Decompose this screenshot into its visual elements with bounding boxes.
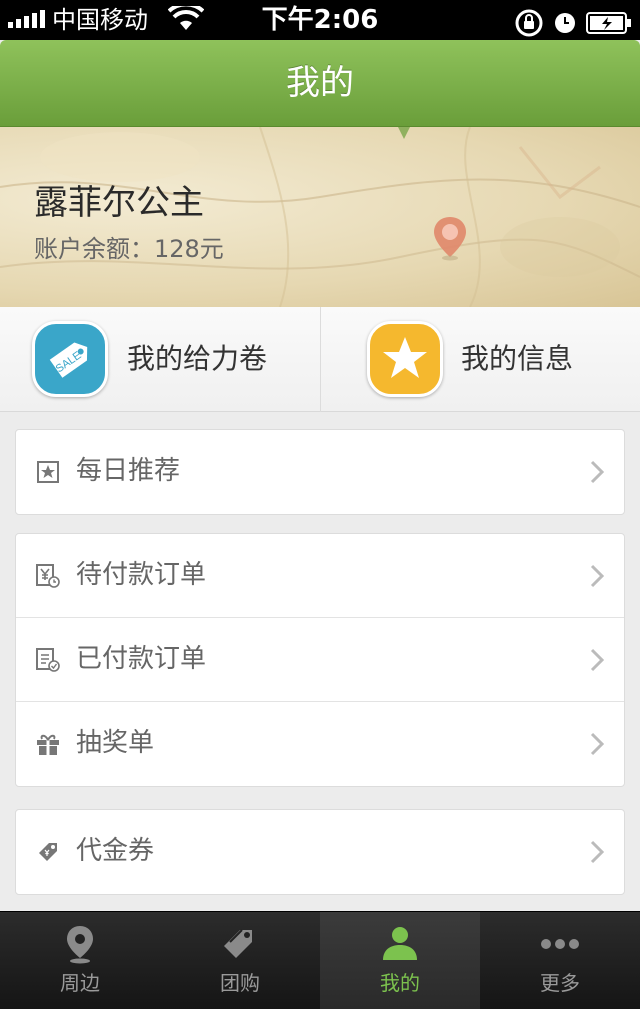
sale-tag-icon: SALE <box>32 321 108 397</box>
tab-label: 团购 <box>220 971 260 995</box>
list-group-orders: 待付款订单 已付款订单 抽奖单 <box>15 533 625 787</box>
chevron-right-icon <box>590 564 604 588</box>
tab-label: 我的 <box>380 971 420 995</box>
profile-banner: 露菲尔公主 账户余额：128元 <box>0 127 640 307</box>
chevron-right-icon <box>590 840 604 864</box>
list-item-paid-orders[interactable]: 已付款订单 <box>16 618 624 702</box>
star-icon <box>367 321 443 397</box>
list-item-label: 代金券 <box>76 836 155 866</box>
my-info-button[interactable]: 我的信息 <box>320 307 640 412</box>
account-balance: 账户余额：128元 <box>34 235 224 263</box>
list-item-label: 每日推荐 <box>76 456 181 486</box>
list-group-recommend: 每日推荐 <box>15 429 625 515</box>
list-item-label: 待付款订单 <box>76 560 207 590</box>
title-bar: 我的 <box>0 40 640 127</box>
paid-order-icon <box>36 648 60 672</box>
chevron-right-icon <box>590 648 604 672</box>
tab-group-buy[interactable]: 团购 <box>160 912 320 1009</box>
tab-label: 更多 <box>540 971 580 995</box>
gift-icon <box>37 734 59 755</box>
alarm-icon <box>555 13 575 33</box>
more-dots-icon <box>541 939 579 949</box>
my-coupons-button[interactable]: SALE 我的给力卷 <box>0 307 320 412</box>
list-item-daily-recommend[interactable]: 每日推荐 <box>16 430 624 514</box>
voucher-tag-icon <box>39 843 57 861</box>
location-pin-icon <box>434 217 466 261</box>
unpaid-order-icon <box>36 564 60 588</box>
tab-bar: 周边 团购 我的 更多 <box>0 911 640 1009</box>
person-icon <box>383 927 417 960</box>
tab-nearby[interactable]: 周边 <box>0 912 160 1009</box>
status-bar: 中国移动 下午2:06 <box>0 0 640 40</box>
quick-actions: SALE 我的给力卷 我的信息 <box>0 307 640 412</box>
tab-more[interactable]: 更多 <box>480 912 640 1009</box>
user-name: 露菲尔公主 <box>34 183 204 223</box>
list-item-label: 抽奖单 <box>76 728 155 758</box>
page-title: 我的 <box>286 63 354 103</box>
battery-icon <box>586 12 631 34</box>
chevron-right-icon <box>590 732 604 756</box>
star-box-icon <box>37 461 59 483</box>
location-pin-icon <box>67 926 93 964</box>
rotation-lock-icon <box>515 9 543 37</box>
tab-label: 周边 <box>60 971 100 995</box>
list-item-lottery[interactable]: 抽奖单 <box>16 702 624 786</box>
chevron-right-icon <box>590 460 604 484</box>
tag-icon <box>224 929 252 958</box>
tab-mine[interactable]: 我的 <box>320 912 480 1009</box>
list-item-vouchers[interactable]: 代金券 <box>16 810 624 894</box>
my-info-label: 我的信息 <box>461 342 574 375</box>
list-item-label: 已付款订单 <box>76 644 207 674</box>
my-coupons-label: 我的给力卷 <box>127 342 268 375</box>
list-item-unpaid-orders[interactable]: 待付款订单 <box>16 534 624 618</box>
list-group-vouchers: 代金券 <box>15 809 625 895</box>
